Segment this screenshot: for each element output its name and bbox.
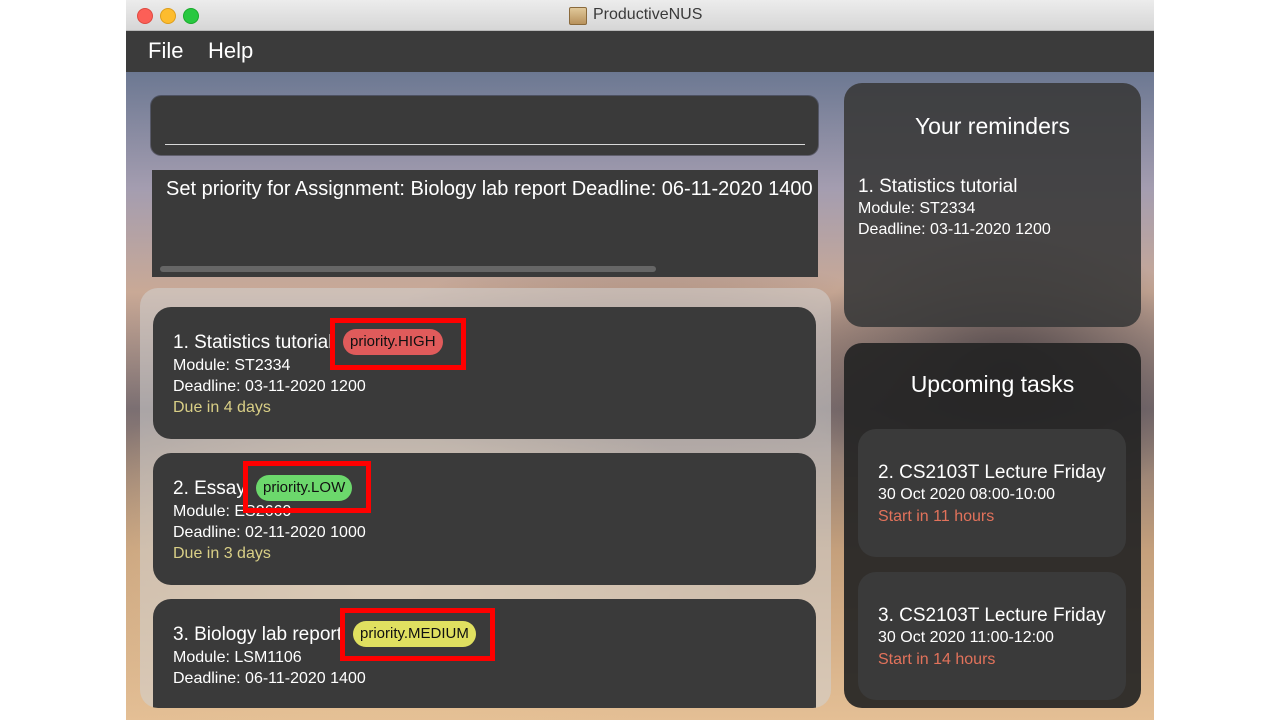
- upcoming-event-time: 30 Oct 2020 11:00-12:00: [878, 629, 1054, 646]
- task-card[interactable]: 3. Biology lab report priority.MEDIUM Mo…: [153, 599, 816, 708]
- upcoming-event-title: 3. CS2103T Lecture Friday: [878, 605, 1106, 626]
- app-window: ProductiveNUS File Help Set priority for…: [126, 0, 1154, 720]
- reminder-title: 1. Statistics tutorial: [858, 176, 1018, 197]
- upcoming-title: Upcoming tasks: [910, 371, 1075, 397]
- command-box: [151, 96, 818, 155]
- task-deadline: Deadline: 02-11-2020 1000: [173, 524, 366, 541]
- priority-badge-high: priority.HIGH: [343, 329, 443, 355]
- upcoming-card[interactable]: 3. CS2103T Lecture Friday 30 Oct 2020 11…: [858, 572, 1126, 700]
- app-icon: [569, 7, 587, 25]
- menu-help[interactable]: Help: [208, 38, 253, 64]
- task-title: 3. Biology lab report: [173, 624, 342, 645]
- menu-file[interactable]: File: [148, 38, 183, 64]
- task-due: Due in 4 days: [173, 399, 271, 416]
- priority-badge-medium: priority.MEDIUM: [353, 621, 476, 647]
- menu-bar: File Help: [126, 31, 1154, 72]
- reminders-panel: Your reminders 1. Statistics tutorial Mo…: [844, 83, 1141, 327]
- maximize-window-button[interactable]: [183, 8, 199, 24]
- task-card[interactable]: 1. Statistics tutorial priority.HIGH Mod…: [153, 307, 816, 439]
- task-title: 1. Statistics tutorial: [173, 332, 333, 353]
- result-display: Set priority for Assignment: Biology lab…: [152, 170, 818, 277]
- task-deadline: Deadline: 03-11-2020 1200: [173, 378, 366, 395]
- priority-badge-low: priority.LOW: [256, 475, 353, 501]
- reminders-title: Your reminders: [914, 113, 1071, 139]
- main-content: Set priority for Assignment: Biology lab…: [126, 72, 1154, 720]
- task-module: Module: ST2334: [173, 357, 291, 374]
- result-message: Set priority for Assignment: Biology lab…: [166, 178, 813, 200]
- title-bar: ProductiveNUS: [126, 0, 1154, 31]
- result-horizontal-scrollbar[interactable]: [160, 266, 656, 272]
- task-module: Module: ES2660: [173, 503, 292, 520]
- upcoming-event-title: 2. CS2103T Lecture Friday: [878, 462, 1106, 483]
- upcoming-event-start: Start in 11 hours: [878, 508, 995, 525]
- task-due: Due in 3 days: [173, 545, 271, 562]
- command-input[interactable]: [165, 108, 805, 145]
- close-window-button[interactable]: [137, 8, 153, 24]
- task-card[interactable]: 2. Essay Module: ES2660 Deadline: 02-11-…: [153, 453, 816, 585]
- task-title: 2. Essay: [173, 478, 246, 499]
- upcoming-card[interactable]: 2. CS2103T Lecture Friday 30 Oct 2020 08…: [858, 429, 1126, 557]
- window-title: ProductiveNUS: [593, 6, 703, 23]
- task-deadline: Deadline: 06-11-2020 1400: [173, 670, 366, 687]
- minimize-window-button[interactable]: [160, 8, 176, 24]
- upcoming-event-time: 30 Oct 2020 08:00-10:00: [878, 486, 1056, 503]
- task-list-panel: 1. Statistics tutorial priority.HIGH Mod…: [140, 288, 831, 708]
- upcoming-event-start: Start in 14 hours: [878, 651, 996, 668]
- task-module: Module: LSM1106: [173, 649, 302, 666]
- reminder-deadline: Deadline: 03-11-2020 1200: [858, 221, 1051, 238]
- reminder-module: Module: ST2334: [858, 200, 976, 217]
- upcoming-panel: Upcoming tasks 2. CS2103T Lecture Friday…: [844, 343, 1141, 708]
